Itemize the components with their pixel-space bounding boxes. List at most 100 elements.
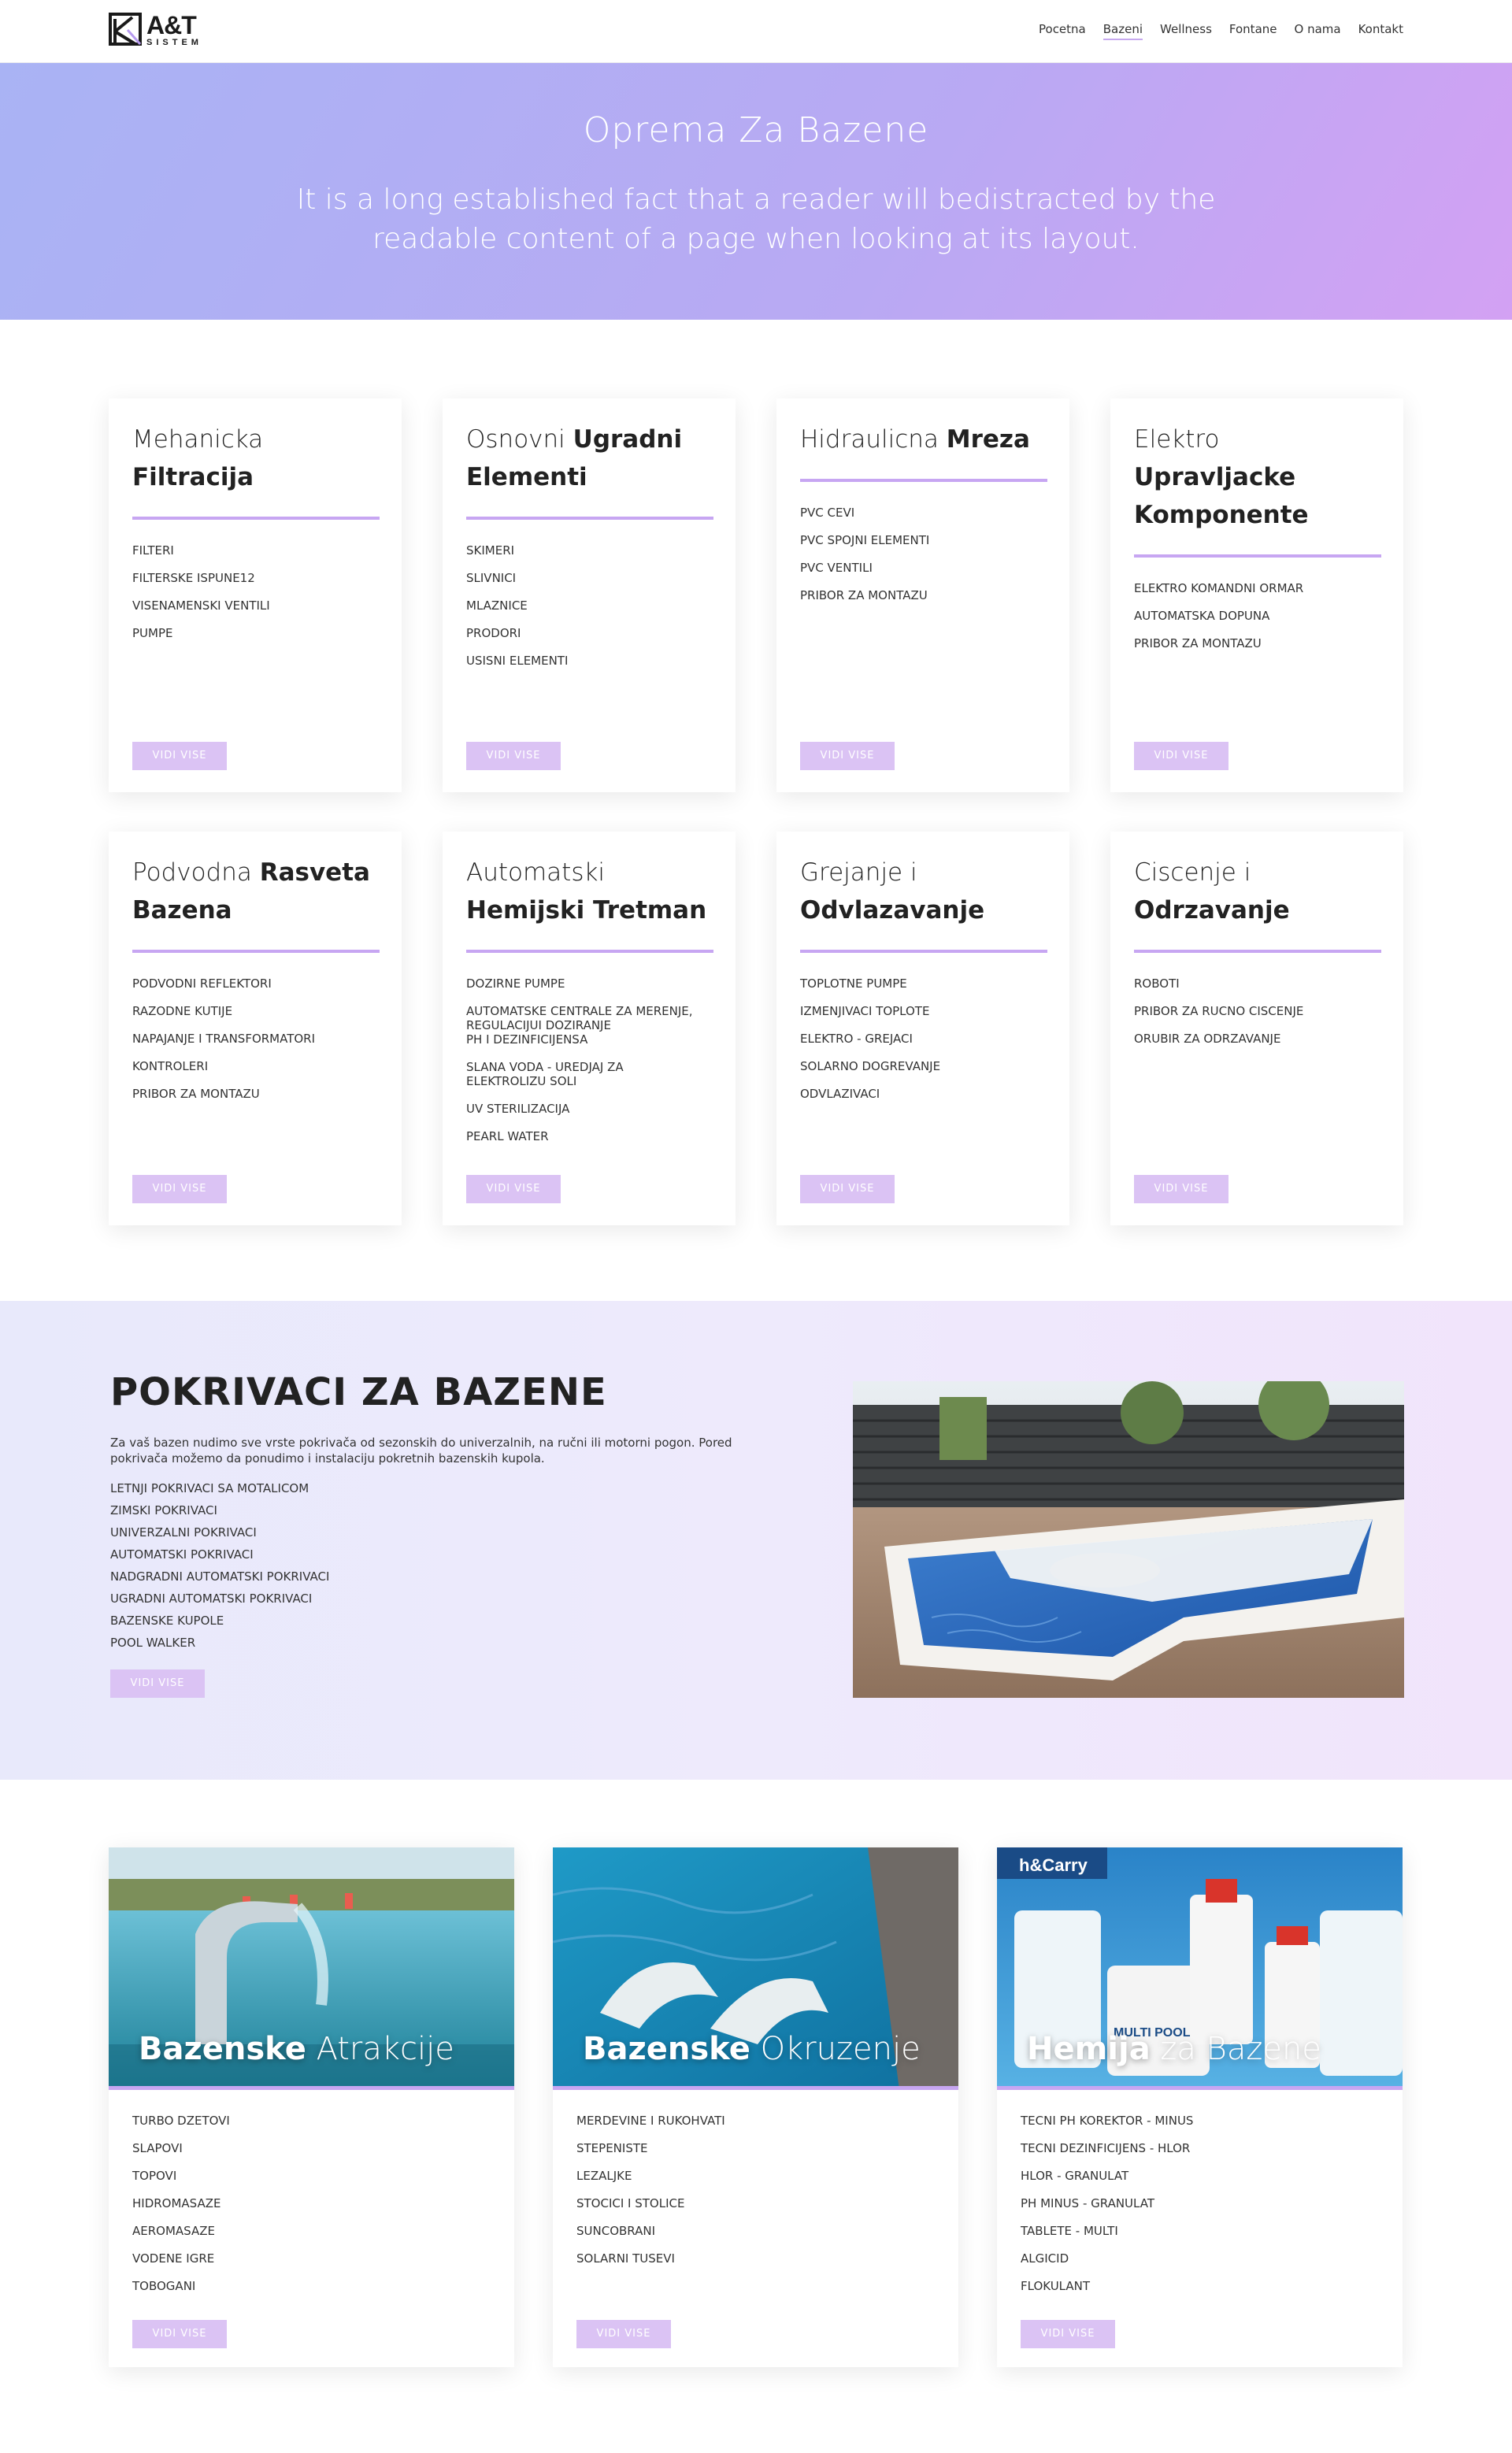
- attraction-item-list: MERDEVINE I RUKOHVATI STEPENISTE LEZALJKE S…: [553, 2090, 958, 2266]
- list-item[interactable]: MERDEVINE I RUKOHVATI: [576, 2114, 935, 2128]
- list-item[interactable]: LETNJI POKRIVACI SA MOTALICOM: [110, 1477, 756, 1499]
- list-item[interactable]: SOLARNO DOGREVANJE: [800, 1059, 1046, 1073]
- list-item[interactable]: IZMENJIVACI TOPLOTE: [800, 1004, 1046, 1018]
- list-item[interactable]: TOBOGANI: [132, 2279, 491, 2293]
- attraction-card: Bazenske Atrakcije TURBO DZETOVI SLAPOVI TO…: [109, 1847, 514, 2367]
- card-title-light: Automatski: [466, 858, 606, 887]
- list-item[interactable]: TURBO DZETOVI: [132, 2114, 491, 2128]
- list-item[interactable]: UV STERILIZACIJA: [466, 1102, 712, 1116]
- card-title-bold: Odrzavanje: [1134, 896, 1290, 925]
- list-item[interactable]: PEARL WATER: [466, 1129, 712, 1143]
- list-item[interactable]: NAPAJANJE I TRANSFORMATORI: [132, 1032, 378, 1046]
- attraction-title-light: za Bazene: [1160, 2031, 1321, 2067]
- more-button[interactable]: VIDI VISE: [800, 1175, 895, 1203]
- list-item[interactable]: PRIBOR ZA RUCNO CISCENJE: [1134, 1004, 1380, 1018]
- list-item[interactable]: PVC VENTILI: [800, 561, 1046, 575]
- list-item[interactable]: PUMPE: [132, 626, 378, 640]
- list-item[interactable]: TECNI PH KOREKTOR - MINUS: [1021, 2114, 1379, 2128]
- list-item[interactable]: FILTERSKE ISPUNE12: [132, 571, 378, 585]
- list-item[interactable]: VISENAMENSKI VENTILI: [132, 598, 378, 613]
- more-button[interactable]: VIDI VISE: [466, 742, 561, 770]
- list-item[interactable]: HLOR - GRANULAT: [1021, 2169, 1379, 2183]
- more-button[interactable]: VIDI VISE: [1021, 2320, 1115, 2348]
- list-item[interactable]: PRIBOR ZA MONTAZU: [800, 588, 1046, 602]
- list-item[interactable]: FILTERI: [132, 543, 378, 558]
- list-item[interactable]: SLANA VODA - UREDJAJ ZA ELEKTROLIZU SOLI: [466, 1060, 712, 1088]
- list-item[interactable]: ELEKTRO KOMANDNI ORMAR: [1134, 581, 1380, 595]
- nav-link-o-nama[interactable]: O nama: [1295, 22, 1341, 40]
- list-item[interactable]: ALGICID: [1021, 2251, 1379, 2266]
- list-item[interactable]: KONTROLERI: [132, 1059, 378, 1073]
- category-card: Grejanje i Odvlazavanje TOPLOTNE PUMPE IZM…: [776, 832, 1069, 1225]
- attraction-item-list: TURBO DZETOVI SLAPOVI TOPOVI HIDROMASAZE AER…: [109, 2090, 514, 2293]
- list-item[interactable]: AEROMASAZE: [132, 2224, 491, 2238]
- attraction-title-light: Okruzenje: [760, 2031, 921, 2067]
- more-button[interactable]: VIDI VISE: [132, 2320, 227, 2348]
- list-item[interactable]: AUTOMATSKA DOPUNA: [1134, 609, 1380, 623]
- list-item[interactable]: STEPENISTE: [576, 2141, 935, 2155]
- list-item[interactable]: ODVLAZIVACI: [800, 1087, 1046, 1101]
- nav-link-bazeni[interactable]: Bazeni: [1102, 22, 1143, 40]
- more-button[interactable]: VIDI VISE: [800, 742, 895, 770]
- logo[interactable]: A&T SISTEM: [109, 13, 202, 47]
- nav-link-pocetna[interactable]: Pocetna: [1039, 22, 1086, 40]
- nav-link-fontane[interactable]: Fontane: [1229, 22, 1277, 40]
- list-item[interactable]: UGRADNI AUTOMATSKI POKRIVACI: [110, 1588, 756, 1610]
- list-item[interactable]: AUTOMATSKI POKRIVACI: [110, 1543, 756, 1566]
- list-item[interactable]: FLOKULANT: [1021, 2279, 1379, 2293]
- card-title-light: Ciscenje i: [1134, 858, 1251, 887]
- nav-link-kontakt[interactable]: Kontakt: [1358, 22, 1403, 40]
- more-button[interactable]: VIDI VISE: [1134, 1175, 1228, 1203]
- list-item[interactable]: VODENE IGRE: [132, 2251, 491, 2266]
- list-item[interactable]: SUNCOBRANI: [576, 2224, 935, 2238]
- list-item[interactable]: HIDROMASAZE: [132, 2196, 491, 2210]
- card-title: Ciscenje i Odrzavanje: [1134, 854, 1380, 929]
- list-item[interactable]: PODVODNI REFLEKTORI: [132, 976, 378, 991]
- list-item[interactable]: PRIBOR ZA MONTAZU: [1134, 636, 1380, 650]
- list-item[interactable]: USISNI ELEMENTI: [466, 654, 712, 668]
- list-item[interactable]: AUTOMATSKE CENTRALE ZA MERENJE, REGULACI…: [466, 1004, 712, 1047]
- more-button[interactable]: VIDI VISE: [132, 1175, 227, 1203]
- list-item[interactable]: LEZALJKE: [576, 2169, 935, 2183]
- list-item[interactable]: TECNI DEZINFICIJENS - HLOR: [1021, 2141, 1379, 2155]
- card-title-bold: Hemijski Tretman: [466, 896, 707, 925]
- list-item[interactable]: MLAZNICE: [466, 598, 712, 613]
- list-item[interactable]: SLIVNICI: [466, 571, 712, 585]
- more-button[interactable]: VIDI VISE: [1134, 742, 1228, 770]
- list-item[interactable]: TOPOVI: [132, 2169, 491, 2183]
- list-item[interactable]: PRIBOR ZA MONTAZU: [132, 1087, 378, 1101]
- list-item[interactable]: NADGRADNI AUTOMATSKI POKRIVACI: [110, 1566, 756, 1588]
- card-title: Automatski Hemijski Tretman: [466, 854, 712, 929]
- list-item[interactable]: ZIMSKI POKRIVACI: [110, 1499, 756, 1521]
- list-item[interactable]: RAZODNE KUTIJE: [132, 1004, 378, 1018]
- more-button[interactable]: VIDI VISE: [576, 2320, 671, 2348]
- list-item[interactable]: SKIMERI: [466, 543, 712, 558]
- attraction-title-bold: Hemija: [1027, 2031, 1151, 2067]
- list-item[interactable]: POOL WALKER: [110, 1632, 756, 1654]
- list-item[interactable]: SOLARNI TUSEVI: [576, 2251, 935, 2266]
- attraction-card: h&Carry MULTI POOL Hemija za Bazene TECNI P…: [997, 1847, 1403, 2367]
- list-item[interactable]: STOCICI I STOLICE: [576, 2196, 935, 2210]
- list-item[interactable]: SLAPOVI: [132, 2141, 491, 2155]
- nav-link-wellness[interactable]: Wellness: [1160, 22, 1212, 40]
- list-item[interactable]: TABLETE - MULTI: [1021, 2224, 1379, 2238]
- card-title: Mehanicka Filtracija: [132, 421, 378, 496]
- list-item[interactable]: PVC CEVI: [800, 506, 1046, 520]
- list-item[interactable]: TOPLOTNE PUMPE: [800, 976, 1046, 991]
- list-item[interactable]: ELEKTRO - GREJACI: [800, 1032, 1046, 1046]
- list-item[interactable]: PRODORI: [466, 626, 712, 640]
- more-button[interactable]: VIDI VISE: [466, 1175, 561, 1203]
- category-card: Mehanicka Filtracija FILTERI FILTERSKE ISP…: [109, 398, 402, 792]
- list-item[interactable]: UNIVERZALNI POKRIVACI: [110, 1521, 756, 1543]
- more-button[interactable]: VIDI VISE: [132, 742, 227, 770]
- list-item[interactable]: DOZIRNE PUMPE: [466, 976, 712, 991]
- list-item[interactable]: ORUBIR ZA ODRZAVANJE: [1134, 1032, 1380, 1046]
- card-title: Podvodna Rasveta Bazena: [132, 854, 378, 929]
- card-item-list: ELEKTRO KOMANDNI ORMAR AUTOMATSKA DOPUNA P…: [1134, 581, 1380, 650]
- list-item[interactable]: PVC SPOJNI ELEMENTI: [800, 533, 1046, 547]
- list-item[interactable]: BAZENSKE KUPOLE: [110, 1610, 756, 1632]
- list-item[interactable]: PH MINUS - GRANULAT: [1021, 2196, 1379, 2210]
- card-title-light: Mehanicka: [132, 425, 264, 454]
- covers-more-button[interactable]: VIDI VISE: [110, 1669, 205, 1698]
- list-item[interactable]: ROBOTI: [1134, 976, 1380, 991]
